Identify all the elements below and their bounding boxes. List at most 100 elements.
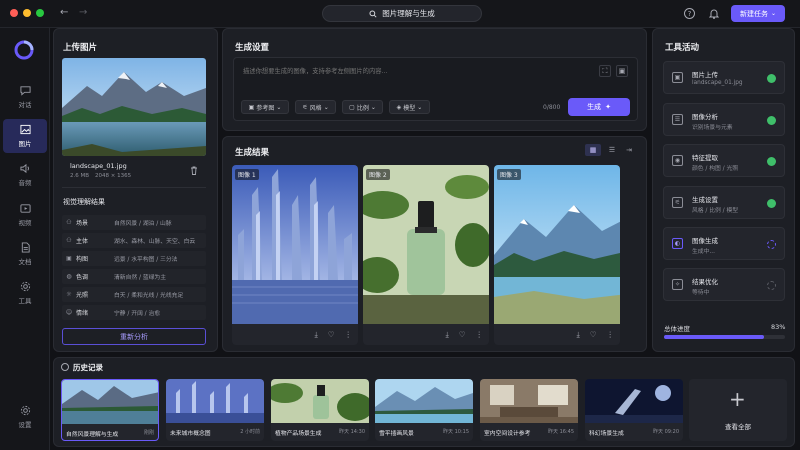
- activity-label: 图片上传: [692, 71, 718, 79]
- new-task-label: 新建任务: [739, 9, 768, 18]
- chip-model[interactable]: ◈ 模型 ⌄: [389, 100, 430, 114]
- chip-style[interactable]: ⚟ 风格 ⌄: [295, 100, 336, 114]
- activity-detail: 生成中...: [692, 249, 715, 255]
- history-name: 植物产品场景生成: [275, 431, 322, 437]
- check-icon: [767, 116, 776, 125]
- list-view-icon[interactable]: ☰: [605, 144, 619, 156]
- sidebar: 对话 图片 音频 视频 文档 工具 设置: [0, 28, 50, 450]
- minimize-window-button[interactable]: [23, 9, 31, 17]
- prompt-input[interactable]: [243, 64, 583, 78]
- result-card-3[interactable]: 图像 3 ⤓ ♡ ⋮: [494, 165, 620, 345]
- history-item-2[interactable]: 未来城市概念图 2 小时前: [166, 379, 264, 441]
- chip-reference-image[interactable]: ▣ 参考图 ⌄: [241, 100, 289, 114]
- activity-item-generation: ◐ 图像生成 生成中...: [663, 227, 785, 260]
- more-icon[interactable]: ⋮: [345, 330, 353, 340]
- heart-icon[interactable]: ♡: [328, 330, 335, 340]
- maximize-window-button[interactable]: [36, 9, 44, 17]
- palette-icon: ◍: [66, 273, 72, 280]
- close-window-button[interactable]: [10, 9, 18, 17]
- download-icon[interactable]: ⤓: [314, 330, 317, 340]
- sidebar-item-document[interactable]: 文档: [3, 237, 47, 271]
- vision-row-lighting: ☼ 光照 白天 / 柔和光线 / 光线充足: [62, 287, 206, 302]
- progress-track: [664, 335, 785, 339]
- chip-ratio[interactable]: ▢ 比例 ⌄: [342, 100, 383, 114]
- sparkle-icon: ✧: [672, 279, 683, 290]
- activity-detail: landscape_01.jpg: [692, 80, 743, 86]
- forward-icon[interactable]: →: [79, 7, 87, 18]
- heart-icon[interactable]: ♡: [590, 330, 597, 340]
- vision-value: 白天 / 柔和光线 / 光线充足: [114, 293, 184, 299]
- sidebar-item-settings[interactable]: 设置: [3, 400, 47, 434]
- check-icon: [767, 74, 776, 83]
- chevron-down-icon: ⌄: [770, 10, 777, 17]
- sun-icon: ☼: [66, 291, 72, 298]
- window-title: 图片理解与生成: [382, 9, 435, 18]
- vision-title: 视觉理解结果: [63, 198, 105, 206]
- chip-label: 比例: [356, 104, 369, 112]
- trash-icon[interactable]: [190, 166, 198, 175]
- history-item-4[interactable]: 雪平插画风景 昨天 10:15: [375, 379, 473, 441]
- image-attach-icon[interactable]: ▣: [616, 65, 628, 77]
- heart-icon[interactable]: ♡: [459, 330, 466, 340]
- sidebar-item-label: 文档: [18, 258, 32, 266]
- title-search[interactable]: 图片理解与生成: [322, 5, 482, 22]
- cube-icon: ◈: [396, 103, 402, 111]
- generate-button[interactable]: 生成 ✦: [568, 98, 630, 116]
- audio-icon: [19, 163, 29, 174]
- more-icon[interactable]: ⋮: [607, 330, 615, 340]
- activity-item-optimize: ✧ 结果优化 等待中: [663, 268, 785, 301]
- person-icon: ⚇: [66, 237, 72, 244]
- history-item-3[interactable]: 植物产品场景生成 昨天 14:30: [271, 379, 369, 441]
- download-icon[interactable]: ⤓: [445, 330, 448, 340]
- history-item-1[interactable]: 自然风景理解与生成 刚刚: [61, 379, 159, 441]
- history-name: 自然风景理解与生成: [66, 432, 119, 438]
- activity-detail: 风格 / 比例 / 模型: [692, 208, 739, 214]
- sidebar-item-label: 视频: [18, 219, 32, 227]
- bell-icon[interactable]: [709, 8, 719, 19]
- history-title: 历史记录: [73, 363, 103, 372]
- chip-label: 参考图: [256, 104, 275, 112]
- reanalyze-button[interactable]: 重新分析: [62, 328, 206, 345]
- sidebar-item-image[interactable]: 图片: [3, 119, 47, 153]
- grid-view-icon[interactable]: ▦: [585, 144, 601, 156]
- sidebar-item-video[interactable]: 视频: [3, 198, 47, 232]
- file-size: 2.6 MB: [70, 173, 90, 179]
- expand-icon[interactable]: ⛶: [599, 65, 611, 77]
- sidebar-item-label: 设置: [18, 421, 32, 429]
- help-icon[interactable]: ?: [684, 8, 695, 19]
- result-card-1[interactable]: 图像 1 ⤓ ♡ ⋮: [232, 165, 358, 345]
- back-icon[interactable]: ←: [60, 7, 68, 18]
- download-icon[interactable]: ⤓: [576, 330, 579, 340]
- history-name: 室内空间设计参考: [484, 431, 531, 437]
- pending-icon: [767, 281, 776, 290]
- sidebar-item-tools[interactable]: 工具: [3, 276, 47, 310]
- history-time: 昨天 09:20: [653, 429, 679, 435]
- result-card-2[interactable]: 图像 2 ⤓ ♡ ⋮: [363, 165, 489, 345]
- video-icon: [19, 204, 31, 213]
- feature-icon: ◉: [672, 155, 683, 166]
- history-item-6[interactable]: 科幻场景生成 昨天 09:20: [585, 379, 683, 441]
- activity-label: 图像分析: [692, 113, 718, 121]
- generate-icon: ◐: [672, 238, 683, 249]
- ratio-icon: ▢: [349, 103, 355, 111]
- history-time: 刚刚: [143, 430, 154, 436]
- smile-icon: ☺: [65, 309, 73, 316]
- uploaded-image[interactable]: [62, 58, 206, 156]
- vision-key: 光照: [76, 292, 89, 299]
- sidebar-item-label: 图片: [18, 140, 32, 148]
- export-icon[interactable]: ⇥: [622, 144, 636, 156]
- new-task-button[interactable]: 新建任务 ⌄: [731, 5, 785, 22]
- progress-percent: 83%: [771, 323, 786, 331]
- activity-title: 工具活动: [665, 43, 700, 53]
- more-icon[interactable]: ⋮: [476, 330, 484, 340]
- char-counter: 0/800: [543, 104, 561, 111]
- activity-label: 特征提取: [692, 154, 718, 162]
- activity-item-feature: ◉ 特征提取 颜色 / 构图 / 光照: [663, 144, 785, 177]
- chevron-down-icon: ⌄: [370, 103, 376, 111]
- history-item-5[interactable]: 室内空间设计参考 昨天 16:45: [480, 379, 578, 441]
- divider: [62, 187, 206, 188]
- sidebar-item-audio[interactable]: 音频: [3, 158, 47, 192]
- view-all-button[interactable]: + 查看全部: [689, 379, 787, 441]
- sidebar-item-chat[interactable]: 对话: [3, 80, 47, 114]
- vision-key: 情绪: [76, 310, 89, 317]
